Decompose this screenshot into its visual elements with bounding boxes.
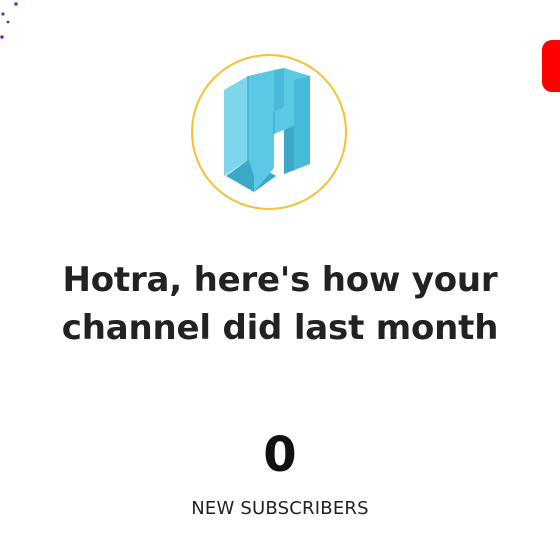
corner-badge (542, 40, 560, 92)
channel-avatar (191, 54, 347, 210)
new-subscribers-label: NEW SUBSCRIBERS (191, 498, 369, 519)
channel-logo-icon (224, 68, 310, 192)
report-headline: Hotra, here's how your channel did last … (20, 256, 540, 352)
headline-line-1: Hotra, here's how your (62, 260, 498, 300)
headline-line-2: channel did last month (61, 308, 499, 348)
monthly-report-card: Hotra, here's how your channel did last … (0, 0, 560, 560)
new-subscribers-count: 0 (263, 427, 297, 483)
confetti-decoration (0, 2, 18, 39)
